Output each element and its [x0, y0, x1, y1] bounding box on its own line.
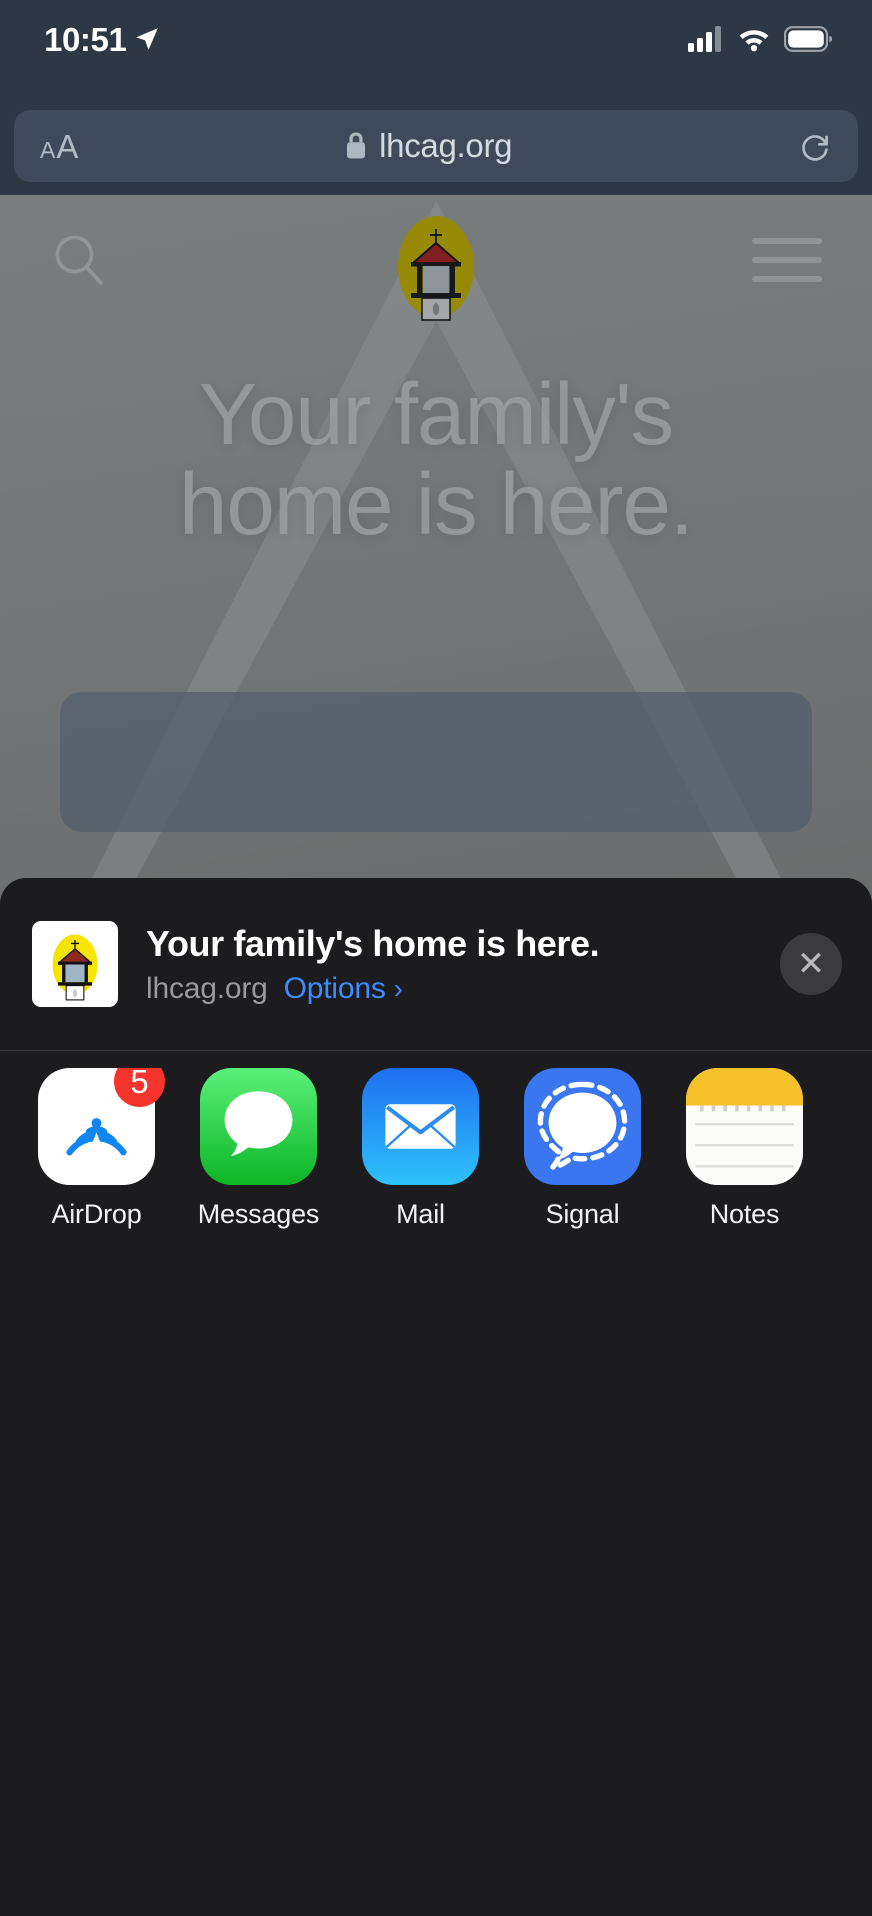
share-target-signal[interactable]: Signal [524, 1068, 641, 1230]
share-target-mail[interactable]: Mail [362, 1068, 479, 1230]
status-bar-left: 10:51 [44, 23, 160, 56]
wifi-icon [739, 30, 769, 52]
mail-icon-wrap [362, 1068, 479, 1185]
share-preview-domain: lhcag.org [146, 972, 268, 1006]
share-target-label: Signal [545, 1199, 620, 1229]
share-target-airdrop[interactable]: 5 AirDrop [38, 1068, 165, 1230]
site-favicon [32, 921, 118, 1007]
signal-icon [524, 1068, 641, 1185]
share-target-label: Mail [396, 1199, 445, 1229]
share-target-notes[interactable]: Notes [686, 1068, 803, 1230]
iphone-screen: 10:51 A A lhcag.org Your family's home i… [0, 0, 872, 1916]
signal-icon-wrap [524, 1068, 641, 1185]
clock: 10:51 [44, 20, 127, 58]
share-preview-title: Your family's home is here. [146, 922, 600, 964]
share-target-messages[interactable]: Messages [197, 1068, 320, 1230]
status-bar: 10:51 [0, 0, 872, 78]
reload-icon[interactable] [798, 129, 832, 163]
notes-icon-wrap [686, 1068, 803, 1185]
url-display[interactable]: lhcag.org [58, 127, 798, 165]
mail-icon [362, 1068, 479, 1185]
notes-icon [686, 1068, 803, 1185]
airdrop-icon-wrap: 5 [38, 1068, 165, 1185]
chevron-right-icon: › [393, 973, 403, 1005]
safari-browser-chrome: 10:51 A A lhcag.org [0, 0, 872, 195]
share-preview-subtitle: lhcag.org Options › [146, 972, 766, 1006]
annotation-arrow [0, 1756, 872, 1916]
share-sheet: Your family's home is here. lhcag.org Op… [0, 878, 872, 1916]
lock-icon [347, 132, 366, 159]
options-button[interactable]: Options › [284, 972, 403, 1006]
share-preview-text: Your family's home is here. lhcag.org Op… [146, 922, 766, 1006]
close-button[interactable]: ✕ [780, 933, 842, 995]
status-bar-right [688, 26, 832, 52]
url-bar[interactable]: AA lhcag.org [14, 110, 858, 182]
messages-icon-wrap [200, 1068, 317, 1185]
url-text: lhcag.org [379, 127, 513, 164]
close-icon: ✕ [796, 945, 826, 983]
share-target-label: Messages [197, 1199, 320, 1229]
location-arrow-icon [136, 28, 159, 50]
text-size-small-a: A [40, 136, 56, 163]
share-target-label: AirDrop [51, 1199, 142, 1229]
messages-icon [200, 1068, 317, 1185]
share-targets-row[interactable]: 5 AirDrop Messages Mail Signal Notes [0, 1068, 872, 1268]
cellular-bars-icon [688, 26, 721, 52]
header-divider [0, 1050, 872, 1051]
share-target-label: Notes [709, 1199, 780, 1229]
share-preview-header: Your family's home is here. lhcag.org Op… [0, 878, 872, 1050]
favicon-cupola-glyph [52, 934, 98, 1000]
battery-full-icon [784, 26, 832, 52]
options-label: Options [283, 972, 386, 1006]
